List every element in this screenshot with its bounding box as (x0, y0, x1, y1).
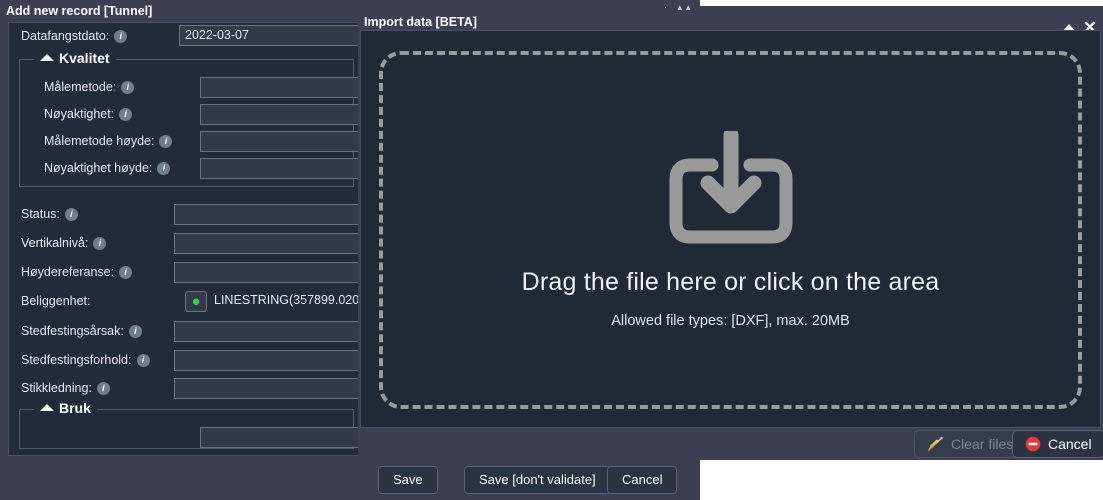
field-row-noyaktighet-hoyde: Nøyaktighet høyde: i (20, 155, 360, 186)
cancel-button[interactable]: Cancel (607, 466, 678, 494)
field-row-datafangstdato: Datafangstdato: i 2022-03-07 (9, 23, 360, 53)
field-label-hoydereferanse: Høydereferanse: i (21, 265, 133, 279)
group-kvalitet-header[interactable]: Kvalitet (34, 50, 116, 66)
field-label-stikkledning: Stikkledning: i (21, 381, 110, 395)
field-input-malemetode-hoyde[interactable] (200, 131, 360, 152)
add-record-form: Datafangstdato: i 2022-03-07 Kvalitet Mål… (8, 22, 360, 456)
import-data-dialog: Import data [BETA] ✕ Drag the file here … (358, 10, 1103, 460)
triangle-up-icon[interactable] (40, 54, 54, 61)
field-input-stedfestingsarsak[interactable] (174, 321, 360, 342)
field-input-bruk-first[interactable] (200, 427, 360, 448)
field-input-vertikalniva[interactable] (174, 233, 360, 254)
field-input-status[interactable] (174, 204, 360, 225)
field-row-status: Status: i (9, 201, 360, 230)
field-row-bruk-first (20, 424, 360, 451)
field-label-beliggenhet: Beliggenhet: (21, 294, 91, 308)
import-dialog-footer: Clear files Cancel (358, 430, 1103, 460)
import-dialog-title: Import data [BETA] (364, 15, 477, 29)
info-icon[interactable]: i (96, 382, 110, 395)
map-pin-button[interactable]: ● (185, 291, 207, 312)
field-row-malemetode-hoyde: Målemetode høyde: i (20, 128, 360, 155)
field-row-vertikalniva: Vertikalnivå: i (9, 230, 360, 259)
field-row-noyaktighet: Nøyaktighet: i (20, 101, 360, 128)
add-record-title: Add new record [Tunnel] (6, 4, 153, 18)
clear-files-button[interactable]: Clear files (914, 430, 1027, 458)
group-bruk-label: Bruk (59, 400, 91, 416)
field-label-malemetode: Målemetode: i (44, 80, 135, 94)
info-icon[interactable]: i (119, 266, 133, 279)
info-icon[interactable]: i (157, 162, 171, 175)
field-row-stedfestingsforhold: Stedfestingsforhold: i (9, 347, 360, 375)
screen-root: · ▴▴ Add new record [Tunnel] Datafangstd… (0, 0, 1103, 500)
no-entry-icon (1025, 436, 1041, 452)
group-kvalitet: Kvalitet Målemetode: i Nøyaktighet: i Måle… (19, 50, 360, 187)
field-input-stikkledning[interactable] (174, 378, 360, 399)
triangle-up-icon[interactable] (40, 404, 54, 411)
group-bruk-header[interactable]: Bruk (34, 400, 97, 416)
field-label-noyaktighet: Nøyaktighet: i (44, 107, 133, 121)
import-cancel-button[interactable]: Cancel (1012, 430, 1103, 458)
field-row-malemetode: Målemetode: i (20, 74, 360, 101)
file-dropzone[interactable]: Drag the file here or click on the area … (379, 51, 1082, 409)
info-icon[interactable]: i (64, 208, 78, 221)
info-icon[interactable]: i (159, 135, 173, 148)
info-icon[interactable]: i (119, 108, 133, 121)
field-input-noyaktighet[interactable] (200, 104, 360, 125)
save-no-validate-button[interactable]: Save [don't validate] (464, 466, 611, 494)
info-icon[interactable]: i (128, 325, 142, 338)
field-input-noyaktighet-hoyde[interactable] (200, 158, 360, 179)
background-page-bottom (700, 460, 1103, 500)
dropzone-sub-text: Allowed file types: [DXF], max. 20MB (611, 313, 850, 329)
add-record-window: Add new record [Tunnel] Datafangstdato: i… (0, 0, 678, 494)
field-input-datafangstdato[interactable]: 2022-03-07 (179, 25, 360, 46)
clear-files-label: Clear files (951, 436, 1014, 452)
group-kvalitet-label: Kvalitet (59, 50, 110, 66)
field-label-status: Status: i (21, 207, 78, 221)
field-label-noyaktighet-hoyde: Nøyaktighet høyde: i (44, 161, 171, 175)
map-pin-icon: ● (191, 293, 201, 310)
field-row-beliggenhet: Beliggenhet: ● LINESTRING(357899.02041 (9, 288, 360, 318)
info-icon[interactable]: i (114, 30, 128, 43)
field-label-vertikalniva: Vertikalnivå: i (21, 236, 107, 250)
field-value-beliggenhet: LINESTRING(357899.02041 (214, 293, 360, 307)
field-label-malemetode-hoyde: Målemetode høyde: i (44, 134, 173, 148)
field-row-hoydereferanse: Høydereferanse: i (9, 259, 360, 288)
broom-icon (927, 436, 944, 452)
info-icon[interactable]: i (121, 81, 135, 94)
add-record-footer: Save Save [don't validate] Cancel (0, 466, 700, 500)
field-row-stedfestingsarsak: Stedfestingsårsak: i (9, 318, 360, 347)
background-page-top (700, 0, 1103, 6)
download-tray-icon (668, 127, 794, 250)
import-dialog-body: Drag the file here or click on the area … (360, 30, 1101, 428)
group-bruk: Bruk (19, 400, 360, 451)
info-icon[interactable]: i (136, 354, 150, 367)
field-label-stedfestingsarsak: Stedfestingsårsak: i (21, 324, 142, 338)
field-row-stikkledning: Stikkledning: i (9, 375, 360, 403)
field-label-stedfestingsforhold: Stedfestingsforhold: i (21, 353, 150, 367)
save-button[interactable]: Save (378, 466, 438, 494)
info-icon[interactable]: i (93, 237, 107, 250)
dropzone-main-text: Drag the file here or click on the area (521, 268, 940, 296)
field-input-malemetode[interactable] (200, 77, 360, 98)
field-input-hoydereferanse[interactable] (174, 262, 360, 283)
import-cancel-label: Cancel (1048, 436, 1092, 452)
field-label-datafangstdato: Datafangstdato: i (21, 29, 128, 43)
field-input-stedfestingsforhold[interactable] (174, 350, 360, 371)
